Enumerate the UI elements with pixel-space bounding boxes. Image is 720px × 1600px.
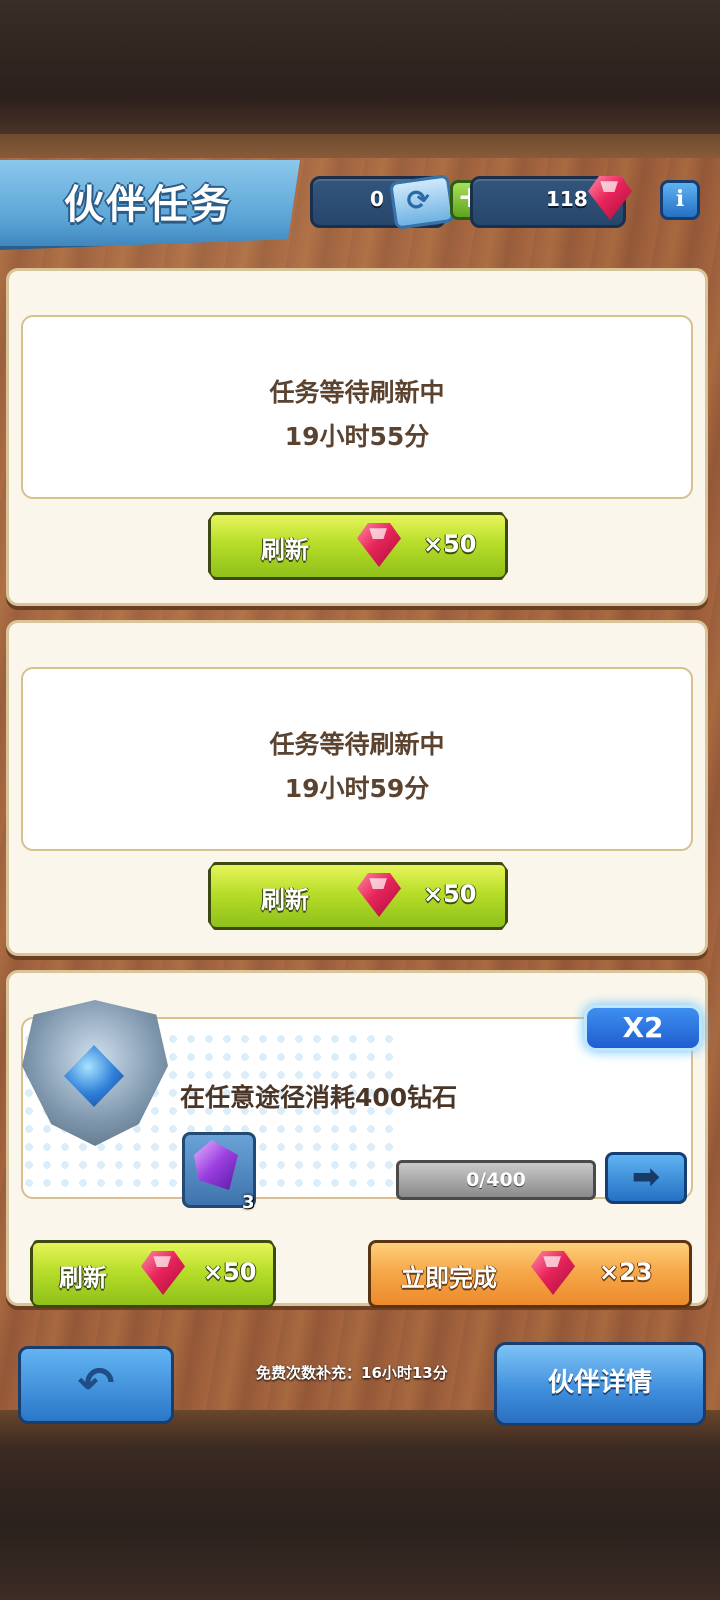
gem-icon: [531, 1251, 575, 1295]
refresh-cost: ×50: [203, 1258, 257, 1286]
ticket-count: 0: [370, 187, 384, 211]
back-button[interactable]: ↶: [18, 1346, 174, 1424]
go-arrow-button[interactable]: ➡: [605, 1152, 687, 1204]
task-panel: 任务等待刷新中 19小时59分: [21, 667, 693, 851]
info-button[interactable]: i: [660, 180, 700, 220]
task-status: 任务等待刷新中: [269, 730, 445, 759]
gem-icon: [357, 873, 401, 917]
task-panel: 任务等待刷新中 19小时55分: [21, 315, 693, 499]
complete-label: 立即完成: [401, 1264, 497, 1292]
refresh-label: 刷新: [59, 1264, 107, 1292]
task-timer: 19小时55分: [284, 422, 430, 451]
task-description: 在任意途径消耗400钻石: [180, 1083, 458, 1112]
gem-count: 118: [546, 187, 588, 211]
task-progress-bar: 0/400: [396, 1160, 596, 1200]
refresh-ticket-icon: [388, 174, 456, 230]
refresh-cost: ×50: [423, 880, 477, 908]
refresh-button-2[interactable]: 刷新 ×50: [208, 862, 508, 930]
top-border: [0, 0, 720, 160]
free-refill-timer: 免费次数补充：16小时13分: [256, 1364, 448, 1382]
refresh-button-3[interactable]: 刷新 ×50: [30, 1240, 276, 1308]
refresh-button-1[interactable]: 刷新 ×50: [208, 512, 508, 580]
refresh-label: 刷新: [261, 536, 309, 564]
page-title: 伙伴任务: [64, 182, 232, 228]
refresh-label: 刷新: [261, 886, 309, 914]
multiplier-badge: X2: [584, 1005, 702, 1051]
reward-count: 3: [242, 1192, 255, 1213]
refresh-cost: ×50: [423, 530, 477, 558]
task-status: 任务等待刷新中: [269, 378, 445, 407]
bottom-border: [0, 1410, 720, 1600]
complete-now-button[interactable]: 立即完成 ×23: [368, 1240, 692, 1308]
task-timer: 19小时59分: [284, 774, 430, 803]
gem-icon: [141, 1251, 185, 1295]
complete-cost: ×23: [599, 1258, 653, 1286]
gem-icon: [357, 523, 401, 567]
partner-details-button[interactable]: 伙伴详情: [494, 1342, 706, 1426]
